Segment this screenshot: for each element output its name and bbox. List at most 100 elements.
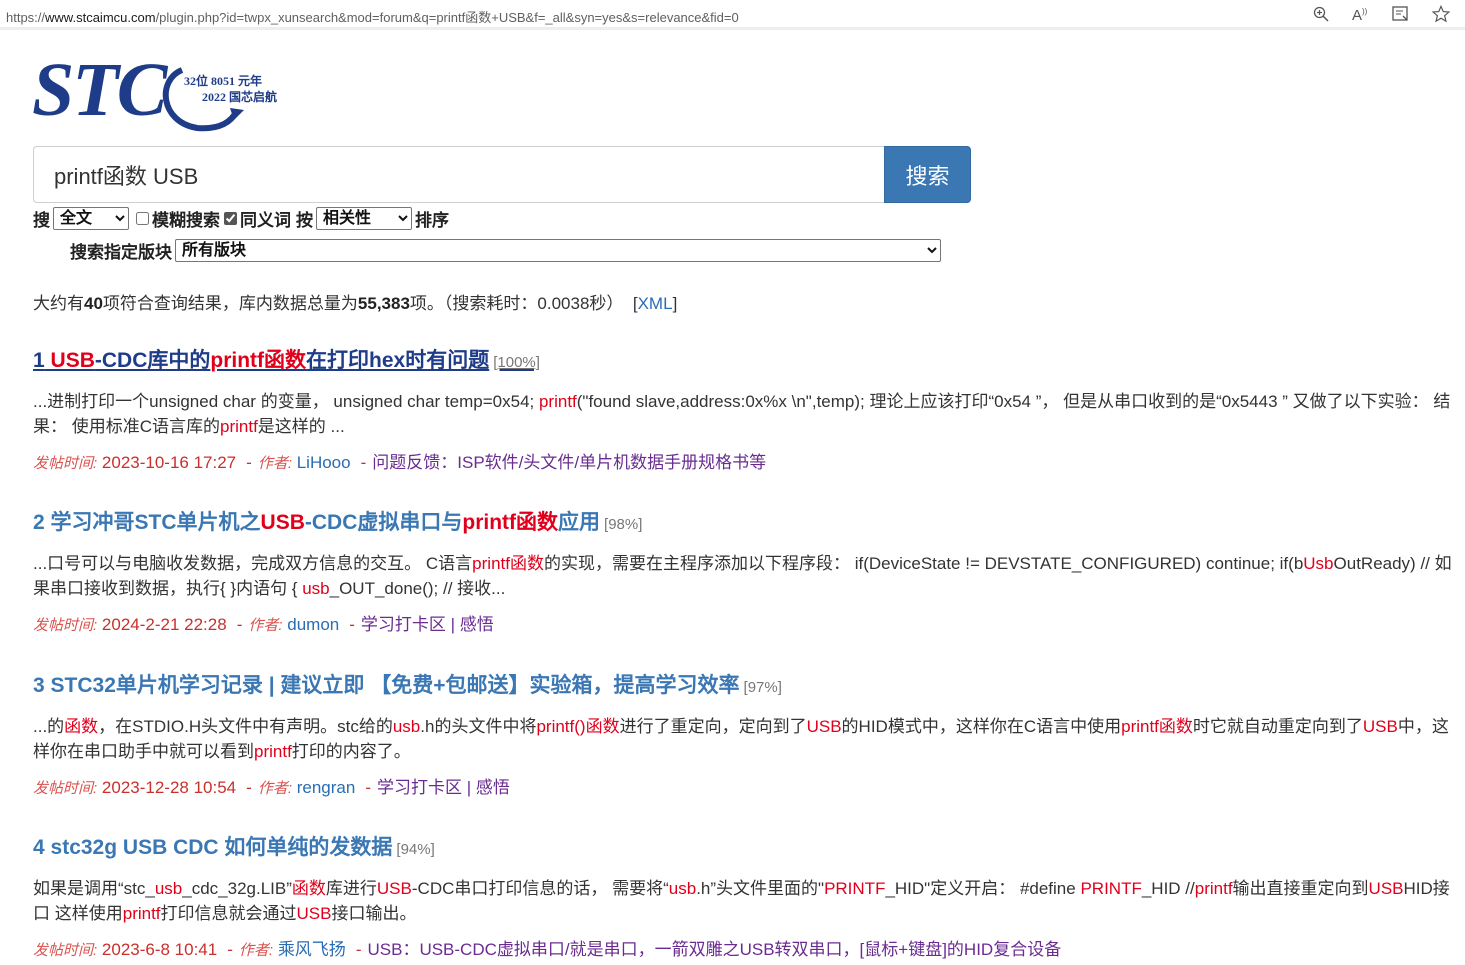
- snippet-highlight: printf: [220, 417, 258, 436]
- snippet-part: _HID"定义开启： #define: [885, 879, 1081, 898]
- snippet-highlight: USB: [296, 904, 332, 923]
- post-time: 2023-12-28 10:54: [101, 778, 237, 797]
- relevance-score: [97%]: [743, 679, 782, 696]
- synonym-label: 同义词: [240, 210, 291, 230]
- fuzzy-checkbox[interactable]: [136, 211, 149, 225]
- url-host: www.stcaimcu.com: [45, 10, 156, 25]
- forum-link[interactable]: 学习打卡区 | 感悟: [361, 615, 494, 634]
- search-result: 2 学习冲哥STC单片机之USB-CDC虚拟串口与printf函数应用 [98%]…: [33, 509, 1453, 638]
- post-time-label: 发帖时间:: [33, 780, 98, 797]
- author-link[interactable]: LiHooo: [297, 453, 351, 472]
- snippet-part: _cdc_32g.LIB”: [182, 879, 292, 898]
- svg-text:A: A: [1352, 7, 1362, 22]
- search-button[interactable]: 搜索: [884, 146, 971, 203]
- result-number: 1: [33, 349, 45, 372]
- title-highlight: printf函数: [462, 511, 559, 534]
- snippet-highlight: printf: [1194, 879, 1233, 898]
- title-part: stc32g USB CDC 如何单纯的发数据: [50, 836, 393, 859]
- forum-link[interactable]: 问题反馈：ISP软件/头文件/单片机数据手册规格书等: [372, 453, 766, 472]
- snippet-highlight: USB: [1368, 879, 1404, 898]
- forum-link[interactable]: USB：USB-CDC虚拟串口/就是串口，一箭双雕之USB转双串口，[鼠标+键盘…: [367, 940, 1061, 959]
- result-meta: 发帖时间: 2023-12-28 10:54- 作者: rengran - 学习打卡区…: [33, 776, 1453, 801]
- result-number: 2: [33, 511, 45, 534]
- total-count: 55,383: [357, 294, 410, 313]
- result-number: 3: [33, 674, 45, 697]
- read-aloud-icon[interactable]: A)): [1351, 4, 1371, 24]
- result-title-link[interactable]: 3 STC32单片机学习记录 | 建议立即 【免费+包邮送】实验箱，提高学习效率…: [33, 672, 1453, 702]
- search-result: 4 stc32g USB CDC 如何单纯的发数据 [94%] 如果是调用“stc…: [33, 834, 1453, 963]
- relevance-score: [94%]: [396, 841, 435, 858]
- site-logo[interactable]: STC 32位 8051 元年 2022 国芯启航: [32, 52, 292, 132]
- post-time-label: 发帖时间:: [33, 455, 98, 472]
- author-label: 作者:: [257, 780, 292, 797]
- title-part: -CDC虚拟串口与: [304, 511, 463, 534]
- relevance-score: [98%]: [604, 516, 643, 533]
- snippet-part: ...口号可以与电脑收发数据，完成双方信息的交互。 C语言: [33, 554, 473, 573]
- title-part: 应用: [558, 511, 601, 534]
- result-number: 4: [33, 836, 45, 859]
- title-highlight: USB: [50, 349, 95, 372]
- sort-select[interactable]: 相关性: [316, 206, 412, 230]
- snippet-part: 的实现，需要在主程序添加以下程序段： if(DeviceState != DEV…: [543, 554, 1304, 573]
- meta-separator: -: [246, 453, 252, 472]
- snippet-highlight: Usb: [1303, 554, 1334, 573]
- svg-text:)): )): [1362, 7, 1368, 16]
- zoom-icon[interactable]: [1311, 4, 1331, 24]
- snippet-part: 的HID模式中，这样你在C语言中使用: [841, 717, 1122, 736]
- author-label: 作者:: [257, 455, 292, 472]
- sort-suffix: 排序: [415, 210, 449, 230]
- logo-tagline-1: 32位 8051 元年: [184, 74, 263, 88]
- meta-separator: -: [227, 940, 233, 959]
- result-snippet: 如果是调用“stc_usb_cdc_32g.LIB”函数库进行USB-CDC串口…: [33, 876, 1458, 926]
- summary-text-4: ]: [672, 294, 678, 313]
- summary-text-1: 大约有: [33, 294, 84, 313]
- sort-prefix: 按: [296, 210, 313, 230]
- snippet-part: 进行了重定向，定向到了: [619, 717, 807, 736]
- result-title-link[interactable]: 2 学习冲哥STC单片机之USB-CDC虚拟串口与printf函数应用 [98%]: [33, 509, 1453, 539]
- snippet-part: .h”头文件里面的": [696, 879, 825, 898]
- snippet-highlight: printf函数: [472, 554, 544, 573]
- xml-link[interactable]: XML: [638, 294, 673, 313]
- url-text[interactable]: https://www.stcaimcu.com/plugin.php?id=t…: [6, 7, 739, 26]
- snippet-part: 打印的内容了。: [291, 742, 411, 761]
- address-bar[interactable]: https://www.stcaimcu.com/plugin.php?id=t…: [0, 0, 1465, 30]
- scope-select[interactable]: 全文: [53, 206, 129, 230]
- author-link[interactable]: dumon: [287, 615, 339, 634]
- fuzzy-label: 模糊搜索: [152, 210, 220, 230]
- search-result: 1 USB-CDC库中的printf函数在打印hex时有问题 [100%] ...…: [33, 347, 1453, 476]
- snippet-part: ...的: [33, 717, 65, 736]
- forum-select[interactable]: 所有版块: [175, 238, 941, 262]
- post-time-label: 发帖时间:: [33, 942, 98, 959]
- url-path: /plugin.php?id=twpx_xunsearch&mod=forum&…: [155, 10, 739, 25]
- post-time: 2024-2-21 22:28: [101, 615, 227, 634]
- result-snippet: ...进制打印一个unsigned char 的变量， unsigned cha…: [33, 389, 1458, 439]
- snippet-highlight: USB: [806, 717, 842, 736]
- author-link[interactable]: rengran: [297, 778, 356, 797]
- post-time: 2023-10-16 17:27: [101, 453, 237, 472]
- synonym-checkbox[interactable]: [224, 211, 237, 225]
- snippet-highlight: usb: [668, 879, 697, 898]
- snippet-part: _HID //: [1141, 879, 1195, 898]
- author-link[interactable]: 乘风飞扬: [278, 940, 346, 959]
- meta-separator: -: [246, 778, 252, 797]
- relevance-score: [100%]: [493, 354, 540, 371]
- snippet-highlight: printf函数: [1121, 717, 1193, 736]
- favorite-star-icon[interactable]: [1431, 4, 1451, 24]
- snippet-highlight: printf(): [536, 717, 586, 736]
- meta-separator: -: [349, 615, 355, 634]
- snippet-part: 如果是调用“stc_: [33, 879, 155, 898]
- result-summary: 大约有40项符合查询结果，库内数据总量为55,383项。（搜索耗时：0.0038…: [33, 289, 677, 314]
- forum-link[interactable]: 学习打卡区 | 感悟: [377, 778, 510, 797]
- immersive-reader-icon[interactable]: [1391, 4, 1411, 24]
- snippet-highlight: PRINTF: [824, 879, 886, 898]
- forum-filter: 搜索指定版块 所有版块: [70, 238, 944, 262]
- result-title-link[interactable]: 4 stc32g USB CDC 如何单纯的发数据 [94%]: [33, 834, 1453, 864]
- post-time-label: 发帖时间:: [33, 617, 98, 634]
- result-title-link[interactable]: 1 USB-CDC库中的printf函数在打印hex时有问题 [100%]: [33, 347, 1453, 377]
- snippet-part: .h的头文件中将: [420, 717, 537, 736]
- snippet-highlight: 函数: [585, 717, 620, 736]
- title-part: STC32单片机学习记录 | 建议立即 【免费+包邮送】实验箱，提高学习效率: [50, 674, 740, 697]
- title-part: -CDC库中的: [94, 349, 211, 372]
- post-time: 2023-6-8 10:41: [101, 940, 218, 959]
- search-input[interactable]: [33, 146, 885, 203]
